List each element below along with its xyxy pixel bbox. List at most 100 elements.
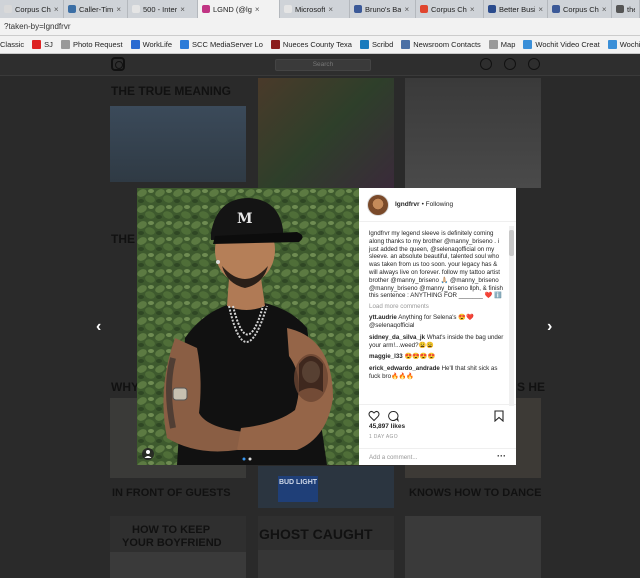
- close-tab-icon[interactable]: ×: [538, 5, 543, 14]
- tab-favicon-icon: [4, 5, 12, 13]
- profile-icon[interactable]: [528, 58, 540, 70]
- more-options-icon[interactable]: ···: [497, 451, 506, 461]
- tab-label: Corpus Ch: [15, 4, 51, 14]
- bookmark-label: Wochit Video Creat: [619, 40, 640, 49]
- like-count[interactable]: 45,897 likes: [369, 423, 405, 430]
- comment-username[interactable]: sidney_da_silva_jk: [369, 334, 425, 341]
- grid-post-thumbnail[interactable]: [110, 552, 246, 578]
- bookmark-item[interactable]: Wochit Video Creat: [523, 40, 600, 49]
- close-tab-icon[interactable]: ×: [54, 5, 59, 14]
- tab-favicon-icon: [420, 5, 428, 13]
- comments-scrollbar[interactable]: [509, 226, 514, 406]
- bookmark-item[interactable]: Map: [488, 40, 516, 49]
- tab-label: Microsoft: [295, 4, 326, 14]
- bookmark-favicon-icon: [32, 40, 42, 49]
- comment-item: sidney_da_silva_jk What's inside the bag…: [369, 334, 505, 350]
- avatar[interactable]: [367, 193, 389, 216]
- follow-status[interactable]: • Following: [422, 201, 454, 208]
- browser-tab[interactable]: the C: [612, 0, 640, 18]
- load-more-comments-link[interactable]: Load more comments: [369, 303, 505, 310]
- browser-tab[interactable]: Corpus Ch ×: [416, 0, 484, 18]
- headline-s-he: S HE: [517, 380, 546, 394]
- tab-label: the C: [627, 4, 635, 14]
- browser-tab[interactable]: Microsoft ×: [280, 0, 350, 18]
- comment-username[interactable]: erick_edwardo_andrade: [369, 365, 440, 372]
- bookmark-favicon-icon: [270, 40, 280, 49]
- bookmark-item[interactable]: WorkLife: [130, 40, 172, 49]
- bookmark-item[interactable]: SCC MediaServer Lo: [180, 40, 263, 49]
- grid-post-thumbnail[interactable]: [405, 78, 541, 188]
- address-bar-url[interactable]: ?taken-by=lgndfrvr: [4, 22, 70, 31]
- headline-keep-1: HOW TO KEEP: [132, 524, 211, 536]
- close-tab-icon[interactable]: ×: [404, 5, 409, 14]
- close-tab-icon[interactable]: ×: [116, 5, 121, 14]
- headline-in-front: IN FRONT OF GUESTS: [112, 487, 231, 499]
- bookmark-item[interactable]: Newsroom Contacts: [401, 40, 481, 49]
- bud-light-logo: BUD LIGHT: [278, 476, 318, 502]
- post-actions: 45,897 likes 1 DAY AGO Add a comment... …: [359, 404, 516, 465]
- bookmark-label: Nueces County Texa: [282, 40, 352, 49]
- grid-post-thumbnail[interactable]: [405, 516, 541, 578]
- browser-tab[interactable]: LGND (@lg ×: [198, 0, 280, 18]
- grid-post-thumbnail[interactable]: [258, 78, 394, 188]
- bookmark-item[interactable]: Scribd: [359, 40, 394, 49]
- close-tab-icon[interactable]: ×: [602, 5, 607, 14]
- tab-label: Bruno's Ba: [365, 4, 402, 14]
- grid-post-thumbnail[interactable]: BUD LIGHT: [258, 466, 394, 508]
- tab-label: Corpus Ch: [563, 4, 599, 14]
- bookmark-icon[interactable]: [494, 410, 504, 422]
- add-comment-placeholder: Add a comment...: [369, 454, 418, 461]
- explore-icon[interactable]: [480, 58, 492, 70]
- headline-why-partial: WHY: [111, 380, 139, 394]
- bookmark-favicon-icon: [401, 40, 411, 49]
- comments-scrollbar-thumb[interactable]: [509, 230, 514, 256]
- comment-item: ytt.audrie Anything for Selena's 😍❤️ @se…: [369, 314, 505, 330]
- post-modal: M lgndfrvr • Following lgndfrvr my legen…: [137, 188, 516, 465]
- previous-post-arrow[interactable]: ‹: [96, 318, 101, 336]
- instagram-top-bar: Search: [0, 54, 640, 76]
- comment-text: 😍😍😍😍: [404, 353, 436, 361]
- browser-tab[interactable]: 500 - Inter ×: [128, 0, 198, 18]
- add-comment-input[interactable]: Add a comment... ···: [359, 448, 516, 466]
- close-tab-icon[interactable]: ×: [255, 5, 260, 14]
- bookmark-item[interactable]: Classic: [0, 40, 24, 49]
- tab-favicon-icon: [354, 5, 362, 13]
- post-photo[interactable]: M: [137, 188, 359, 465]
- bookmark-item[interactable]: Nueces County Texa: [270, 40, 352, 49]
- browser-tab[interactable]: Bruno's Ba ×: [350, 0, 416, 18]
- headline-keep-2: YOUR BOYFRIEND: [122, 537, 222, 549]
- bookmark-label: Wochit Video Creat: [535, 40, 600, 49]
- headline-true-meaning: THE TRUE MEANING: [111, 84, 231, 98]
- browser-tab[interactable]: Better Busi ×: [484, 0, 548, 18]
- browser-tab[interactable]: Corpus Ch ×: [0, 0, 64, 18]
- comment-icon[interactable]: [387, 410, 399, 422]
- tab-label: LGND (@lg: [213, 4, 252, 14]
- search-placeholder: Search: [312, 61, 334, 68]
- comment-username[interactable]: maggie_l33: [369, 353, 403, 360]
- next-post-arrow[interactable]: ›: [547, 318, 552, 336]
- close-tab-icon[interactable]: ×: [180, 5, 185, 14]
- search-input[interactable]: Search: [275, 59, 371, 71]
- bookmark-item[interactable]: Wochit Video Creat: [607, 40, 640, 49]
- bookmark-favicon-icon: [60, 40, 70, 49]
- browser-tab[interactable]: Caller-Tim ×: [64, 0, 128, 18]
- instagram-logo-icon[interactable]: [111, 57, 125, 71]
- bookmark-label: Map: [500, 40, 516, 49]
- bookmark-item[interactable]: SJ: [32, 40, 53, 49]
- tab-label: Better Busi: [499, 4, 536, 14]
- tab-label: Corpus Ch: [431, 4, 467, 14]
- grid-post-thumbnail[interactable]: [110, 106, 246, 182]
- grid-post-thumbnail[interactable]: [258, 550, 394, 578]
- close-tab-icon[interactable]: ×: [328, 5, 333, 14]
- heart-icon[interactable]: [504, 58, 516, 70]
- bookmark-label: Photo Request: [72, 40, 123, 49]
- comment-username[interactable]: ytt.audrie: [369, 314, 397, 321]
- bookmark-label: Scribd: [371, 40, 394, 49]
- address-bar[interactable]: ?taken-by=lgndfrvr: [0, 18, 640, 36]
- bookmark-item[interactable]: Photo Request: [60, 40, 123, 49]
- browser-tab[interactable]: Corpus Ch ×: [548, 0, 612, 18]
- headline-knows: KNOWS HOW TO DANCE: [409, 487, 542, 499]
- post-username[interactable]: lgndfrvr: [395, 201, 420, 208]
- heart-icon[interactable]: [368, 410, 380, 422]
- close-tab-icon[interactable]: ×: [470, 5, 475, 14]
